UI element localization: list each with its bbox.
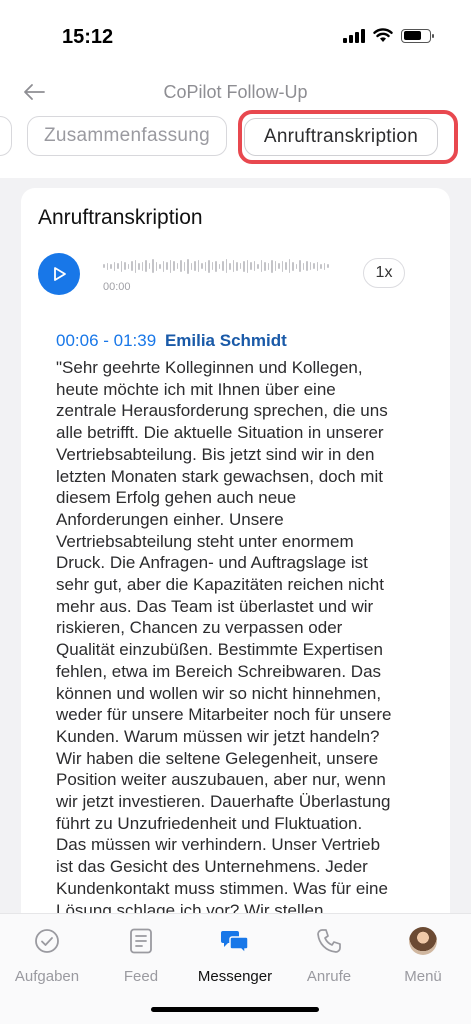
transcript-line: sehr gut, aber die Kapazitäten reichen n… xyxy=(56,575,384,595)
tabbar-label: Menü xyxy=(404,968,442,985)
phone-icon xyxy=(317,929,341,953)
transcript-line: Druck. Die Anfragen- und Auftragslage is… xyxy=(56,553,368,573)
transcript-line: Kundenkontakt muss stimmen. Was für eine xyxy=(56,878,388,898)
header: CoPilot Follow-Up Zusammenfassung Anruft… xyxy=(0,70,471,178)
segment-header: 00:06 - 01:39 Emilia Schmidt xyxy=(56,331,416,351)
tab-anruftranskription[interactable]: Anruftranskription xyxy=(244,118,438,156)
tabbar-label: Anrufe xyxy=(306,968,352,985)
transcript-line: diesem Erfolg gehen auch neue xyxy=(56,488,297,508)
tabbar-item-messenger[interactable]: Messenger xyxy=(190,926,280,985)
wifi-icon xyxy=(373,28,393,42)
transcript-line: Qualität einzubüßen. Bestimmte Expertise… xyxy=(56,640,383,660)
tabbar-label: Messenger xyxy=(197,968,273,985)
card-title: Anruftranskription xyxy=(38,206,203,229)
transcript-line: Position weiter auszubauen, aber nur, we… xyxy=(56,770,386,790)
tab-zusammenfassung[interactable]: Zusammenfassung xyxy=(27,116,227,156)
transcript-line: Vertriebsabteilung. Bis jetzt sind wir i… xyxy=(56,444,375,464)
chat-bubbles-icon xyxy=(221,931,249,954)
check-circle-icon xyxy=(35,929,59,953)
transcript-line: heute möchte ich mit Ihnen über eine xyxy=(56,379,336,399)
transcript-line: weder für unsere Mitarbeiter noch für un… xyxy=(56,705,392,725)
transcript-line: riskieren, Chancen zu verpassen oder xyxy=(56,618,343,638)
signal-icon xyxy=(343,28,365,43)
segment-time-range: 00:06 - 01:39 xyxy=(56,331,157,350)
transcript-line: Das müssen wir verhindern. Unser Vertrie… xyxy=(56,835,381,855)
segment-tabs: Zusammenfassung Anruftranskription xyxy=(0,110,471,166)
page-title: CoPilot Follow-Up xyxy=(163,82,308,102)
tabbar-label: Feed xyxy=(123,968,159,985)
feed-icon xyxy=(130,928,152,954)
transcript-line: Anforderungen einher. Unsere xyxy=(56,509,284,529)
avatar xyxy=(409,927,437,955)
status-time: 15:12 xyxy=(62,26,114,48)
transcript-line: "Sehr geehrte Kolleginnen und Kollegen, xyxy=(56,358,363,377)
transcript-line: letzten Monaten stark gewachsen, doch mi… xyxy=(56,466,383,486)
playback-speed-button[interactable]: 1x xyxy=(363,258,405,288)
transcript-card: Anruftranskription 00:00 1x 00:06 - 01:3… xyxy=(21,188,450,948)
transcript-line: wir jetzt investieren. Dauerhafte Überla… xyxy=(56,792,391,812)
tabbar-item-anrufe[interactable]: Anrufe xyxy=(284,926,374,985)
transcript-line: mehr aus. Das Team ist überlastet und wi… xyxy=(56,596,374,616)
audio-waveform[interactable] xyxy=(103,258,341,274)
segment-speaker: Emilia Schmidt xyxy=(164,331,287,350)
transcript-line: fehlen, etwa im Bereich Schreibwaren. Da… xyxy=(56,661,382,681)
transcript-line: Kunden. Warum müssen wir jetzt handeln? xyxy=(56,726,380,746)
tabbar-label: Aufgaben xyxy=(14,968,80,985)
transcript-line: alle betrifft. Die aktuelle Situation in… xyxy=(56,423,384,443)
transcript-line: Wir haben die seltene Gelegenheit, unser… xyxy=(56,748,379,768)
status-bar: 15:12 xyxy=(0,0,471,70)
tabbar-item-feed[interactable]: Feed xyxy=(96,926,186,985)
segment-text: "Sehr geehrte Kolleginnen und Kollegen, h… xyxy=(56,357,416,943)
transcript-line: Vertriebsabteilung steht unter enormem xyxy=(56,531,354,551)
play-icon xyxy=(54,267,66,281)
transcript-segment: 00:06 - 01:39 Emilia Schmidt "Sehr geehr… xyxy=(56,331,416,943)
transcript-line: zentrale Herausforderung sprechen, die u… xyxy=(56,401,388,421)
transcript-line: ist das Gesicht des Unternehmens. Jeder xyxy=(56,857,368,877)
transcript-line: führt zu Unzufriedenheit und Fluktuation… xyxy=(56,813,363,833)
play-button[interactable] xyxy=(38,253,80,295)
status-icons xyxy=(343,28,434,43)
tabbar-item-menue[interactable]: Menü xyxy=(378,926,468,985)
home-indicator xyxy=(151,1007,319,1012)
tab-previous[interactable] xyxy=(0,116,12,156)
battery-icon xyxy=(401,28,434,43)
audio-elapsed-time: 00:00 xyxy=(103,281,131,293)
tabbar-item-aufgaben[interactable]: Aufgaben xyxy=(2,926,92,985)
transcript-line: können und wollen wir so nicht hinnehmen… xyxy=(56,683,382,703)
